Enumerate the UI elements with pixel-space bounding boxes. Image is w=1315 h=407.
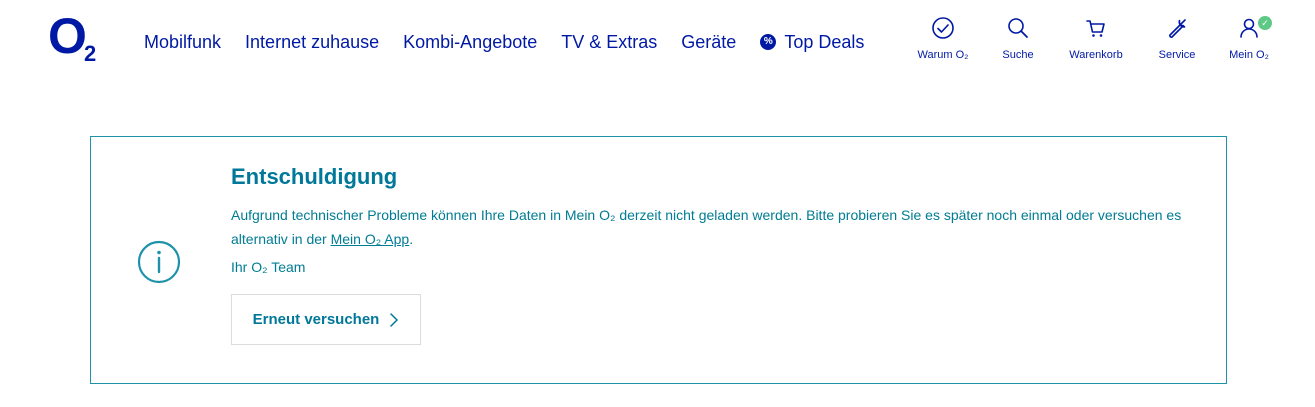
cart-button[interactable]: Warenkorb: [1061, 16, 1131, 72]
alert-signature: Ihr O₂ Team: [231, 259, 306, 275]
error-alert: Entschuldigung Aufgrund technischer Prob…: [90, 136, 1227, 384]
alert-title: Entschuldigung: [231, 164, 398, 189]
cart-label: Warenkorb: [1069, 49, 1123, 61]
chevron-right-icon: [390, 312, 399, 327]
service-button[interactable]: Service: [1142, 16, 1212, 72]
percent-icon: %: [760, 34, 777, 50]
mein-o2-button[interactable]: ✓ Mein O₂: [1214, 16, 1284, 72]
warum-o2-button[interactable]: Warum O₂: [908, 16, 978, 72]
search-button[interactable]: Suche: [983, 16, 1053, 72]
nav-item-internet-zuhause[interactable]: Internet zuhause: [245, 30, 379, 54]
logged-in-check-icon: ✓: [1258, 16, 1272, 30]
nav-item-kombi-angebote[interactable]: Kombi-Angebote: [403, 30, 537, 54]
service-label: Service: [1158, 49, 1196, 61]
site-header: O 2 Mobilfunk Internet zuhause Kombi-Ang…: [0, 0, 1315, 90]
main-nav: Mobilfunk Internet zuhause Kombi-Angebot…: [144, 30, 864, 54]
warum-o2-label: Warum O₂: [917, 49, 969, 61]
search-label: Suche: [1002, 49, 1034, 61]
wrench-icon: [1169, 19, 1186, 38]
check-circle-icon: [932, 17, 954, 39]
search-icon: [1008, 18, 1028, 38]
cart-icon: [1086, 20, 1105, 37]
nav-item-mobilfunk[interactable]: Mobilfunk: [144, 30, 221, 54]
user-icon: [1240, 18, 1258, 38]
mein-o2-app-link[interactable]: Mein O₂ App: [331, 231, 410, 247]
alert-message-end: .: [409, 231, 414, 247]
retry-button[interactable]: Erneut versuchen: [231, 294, 421, 345]
alert-content: Entschuldigung Aufgrund technischer Prob…: [231, 163, 1191, 345]
nav-item-top-deals-label: Top Deals: [784, 32, 865, 52]
nav-item-geraete[interactable]: Geräte: [681, 30, 736, 54]
logo-subscript: 2: [84, 41, 97, 66]
o2-logo[interactable]: O 2: [48, 8, 108, 66]
retry-button-label: Erneut versuchen: [252, 311, 380, 328]
mein-o2-label: Mein O₂: [1229, 49, 1269, 61]
alert-message: Aufgrund technischer Probleme können Ihr…: [231, 203, 1191, 251]
logo-letter: O: [48, 8, 87, 64]
nav-item-top-deals[interactable]: % Top Deals: [760, 30, 864, 54]
nav-item-tv-extras[interactable]: TV & Extras: [561, 30, 657, 54]
info-icon: [137, 240, 181, 284]
